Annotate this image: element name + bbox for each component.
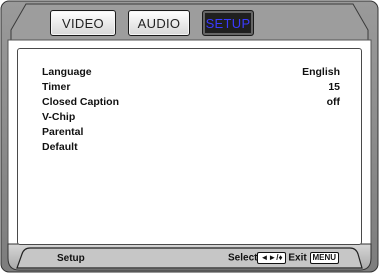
menu-item-value: off xyxy=(326,96,340,108)
menu-item-label: Closed Caption xyxy=(42,96,120,108)
tab-setup[interactable]: SETUP xyxy=(202,10,254,36)
menu-item-closed-caption[interactable]: Closed Caption off xyxy=(42,95,340,109)
menu-item-label: Language xyxy=(42,66,92,78)
menu-item-value: 15 xyxy=(328,81,340,93)
tab-setup-label: SETUP xyxy=(205,15,251,31)
footer-hints: Select ◄►/♦ Exit MENU xyxy=(228,252,340,264)
footer-title: Setup xyxy=(57,253,85,264)
osd-setup-screen: VIDEO AUDIO SETUP Language English Timer… xyxy=(0,0,379,273)
menu-item-label: V-Chip xyxy=(42,111,76,123)
setup-panel: Language English Timer 15 Closed Caption… xyxy=(17,48,362,245)
menu-item-timer[interactable]: Timer 15 xyxy=(42,80,340,94)
menu-item-label: Timer xyxy=(42,81,71,93)
menu-item-label: Parental xyxy=(42,126,84,138)
menu-item-default[interactable]: Default xyxy=(42,140,340,154)
menu-item-v-chip[interactable]: V-Chip xyxy=(42,110,340,124)
menu-key-icon: MENU xyxy=(309,252,340,264)
select-hint-label: Select xyxy=(228,252,258,264)
arrow-keys-icon: ◄►/♦ xyxy=(257,252,286,264)
tab-audio-label: AUDIO xyxy=(137,15,181,31)
menu-item-label: Default xyxy=(42,141,78,153)
menu-item-value: English xyxy=(302,66,340,78)
exit-hint-label: Exit xyxy=(288,252,307,264)
tab-audio[interactable]: AUDIO xyxy=(128,10,190,36)
tab-video-label: VIDEO xyxy=(62,15,104,31)
menu-item-parental[interactable]: Parental xyxy=(42,125,340,139)
tab-video[interactable]: VIDEO xyxy=(50,10,116,36)
menu-item-language[interactable]: Language English xyxy=(42,65,340,79)
